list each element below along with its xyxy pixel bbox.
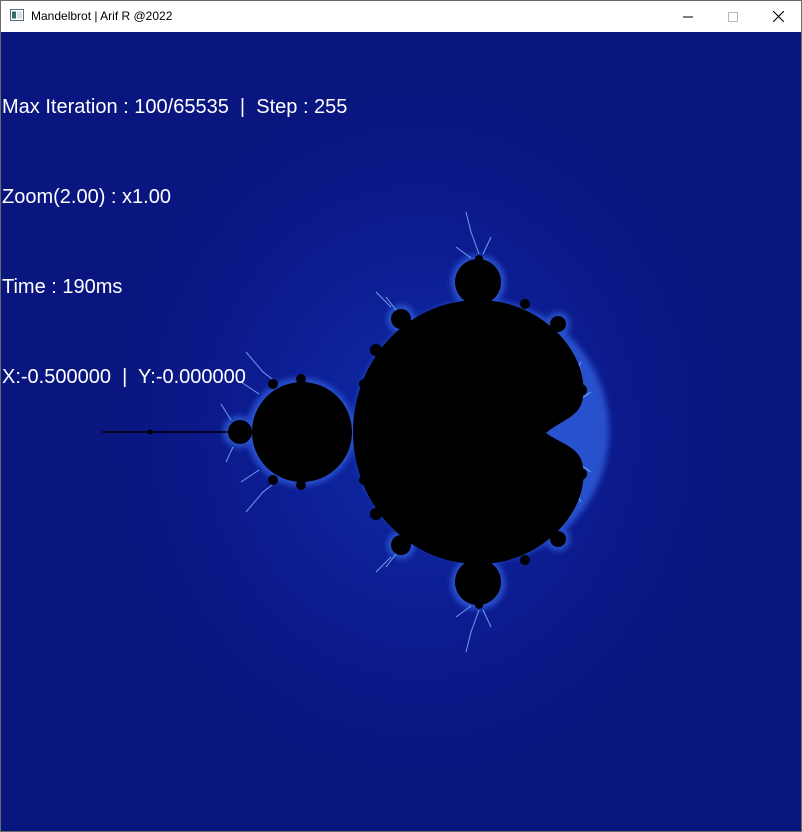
bottom-antenna-bulb [475,601,483,609]
small-bulb [370,344,382,356]
top-antenna-bulb [475,255,483,263]
top-bulb [455,259,501,305]
bottom-bulb [455,559,501,605]
close-icon [772,11,784,22]
small-bulb [359,379,369,389]
small-bulb [520,299,530,309]
small-bulb [296,480,306,490]
app-window-icon [10,9,24,21]
small-bulb [520,555,530,565]
minimize-button[interactable] [665,1,711,32]
small-bulb [575,468,587,480]
stats-overlay: Max Iteration : 100/65535 | Step : 255 Z… [2,32,347,452]
small-bulb [550,316,566,332]
small-bulb [391,535,411,555]
zoom-readout: Zoom(2.00) : x1.00 [2,186,171,208]
window-title: Mandelbrot | Arif R @2022 [31,9,173,23]
title-bar[interactable]: Mandelbrot | Arif R @2022 [1,1,801,32]
small-bulb [391,309,411,329]
small-bulb [359,475,369,485]
close-button[interactable] [755,1,801,32]
small-bulb [268,475,278,485]
coordinates-readout: X:-0.500000 | Y:-0.000000 [2,366,246,388]
small-bulb [575,384,587,396]
minimize-icon [683,16,693,17]
small-bulb [370,508,382,520]
small-bulb [550,531,566,547]
time-readout: Time : 190ms [2,276,123,298]
max-iteration-readout: Max Iteration : 100/65535 | Step : 255 [2,96,348,118]
maximize-icon [728,11,738,22]
app-window: Mandelbrot | Arif R @2022 Max Iteration … [0,0,802,832]
maximize-button[interactable] [710,1,756,32]
render-canvas[interactable]: Max Iteration : 100/65535 | Step : 255 Z… [1,32,801,831]
